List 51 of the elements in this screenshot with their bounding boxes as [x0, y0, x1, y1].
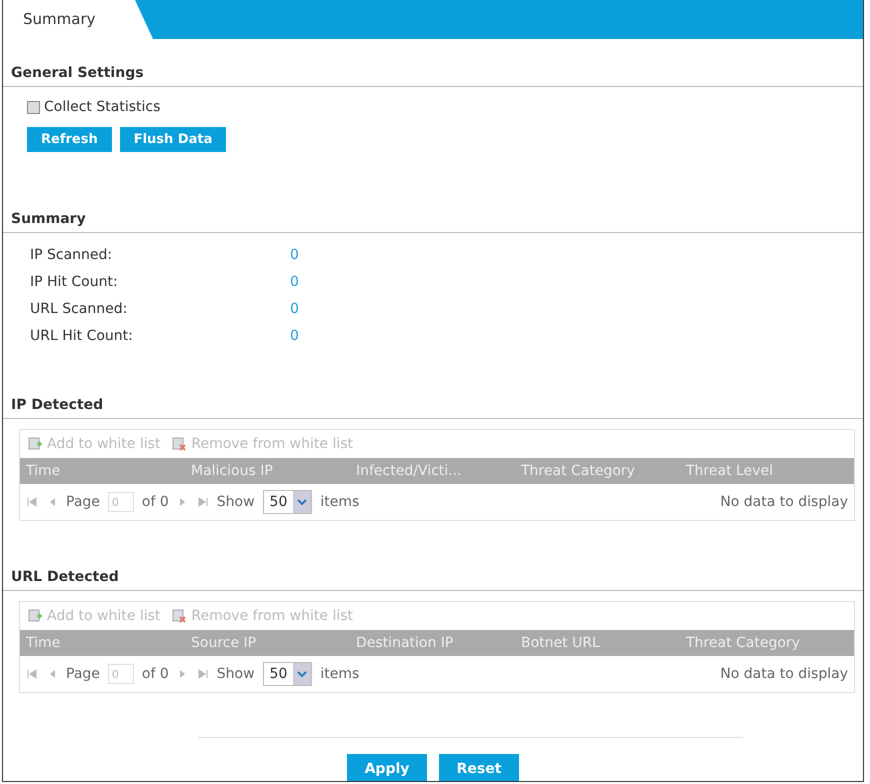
stat-label: URL Hit Count: — [30, 328, 134, 344]
add-icon — [28, 437, 42, 451]
page-count: of 0 — [142, 494, 169, 510]
action-button[interactable]: Refresh — [27, 127, 112, 152]
table-status: No data to display — [720, 666, 848, 682]
table-status: No data to display — [720, 494, 848, 510]
add-icon — [28, 609, 42, 623]
section-title: IP Detected — [3, 349, 863, 419]
stat-label: IP Scanned: — [30, 246, 114, 262]
remove-icon — [172, 437, 186, 451]
checkbox[interactable] — [27, 100, 40, 114]
page-count: of 0 — [142, 666, 169, 682]
show-label: Show — [216, 494, 255, 510]
tab[interactable]: Summary — [3, 0, 153, 39]
column-header[interactable]: Threat Category — [680, 635, 854, 651]
column-header[interactable]: Destination IP — [350, 635, 515, 651]
stat-label: IP Hit Count: — [30, 274, 119, 290]
checkbox-label: Collect Statistics — [44, 99, 160, 115]
column-header[interactable]: Threat Level — [680, 463, 854, 479]
column-header[interactable]: Infected/Victi... — [350, 463, 515, 479]
page-input[interactable]: 0 — [108, 664, 134, 684]
section-title: General Settings — [3, 39, 863, 87]
stat-value: 0 — [290, 246, 299, 262]
column-header[interactable]: Source IP — [185, 635, 350, 651]
last-page-icon[interactable] — [196, 496, 209, 508]
page-label: Page — [66, 666, 100, 682]
items-label: items — [320, 666, 360, 682]
items-label: items — [320, 494, 360, 510]
column-header[interactable]: Time — [20, 635, 185, 651]
action-button[interactable]: Flush Data — [120, 127, 226, 152]
column-header[interactable]: Threat Category — [515, 463, 680, 479]
section-title: Summary — [3, 185, 863, 233]
stat-value: 0 — [290, 328, 299, 344]
page-label: Page — [66, 494, 100, 510]
column-header[interactable]: Botnet URL — [515, 635, 680, 651]
show-label: Show — [216, 666, 255, 682]
last-page-icon[interactable] — [196, 668, 209, 680]
remove-icon — [172, 609, 186, 623]
page-size-select[interactable]: 50 — [262, 662, 312, 686]
page-input[interactable]: 0 — [108, 492, 134, 512]
section-title: URL Detected — [3, 521, 863, 591]
stat-value: 0 — [290, 300, 299, 316]
column-header[interactable]: Malicious IP — [185, 463, 350, 479]
first-page-icon[interactable] — [26, 496, 38, 508]
first-page-icon[interactable] — [26, 668, 38, 680]
stat-label: URL Scanned: — [30, 300, 128, 316]
form-button[interactable]: Apply — [347, 754, 427, 781]
form-button[interactable]: Reset — [439, 754, 519, 781]
stat-value: 0 — [290, 274, 299, 290]
page-size-select[interactable]: 50 — [262, 490, 312, 514]
column-header[interactable]: Time — [20, 463, 185, 479]
